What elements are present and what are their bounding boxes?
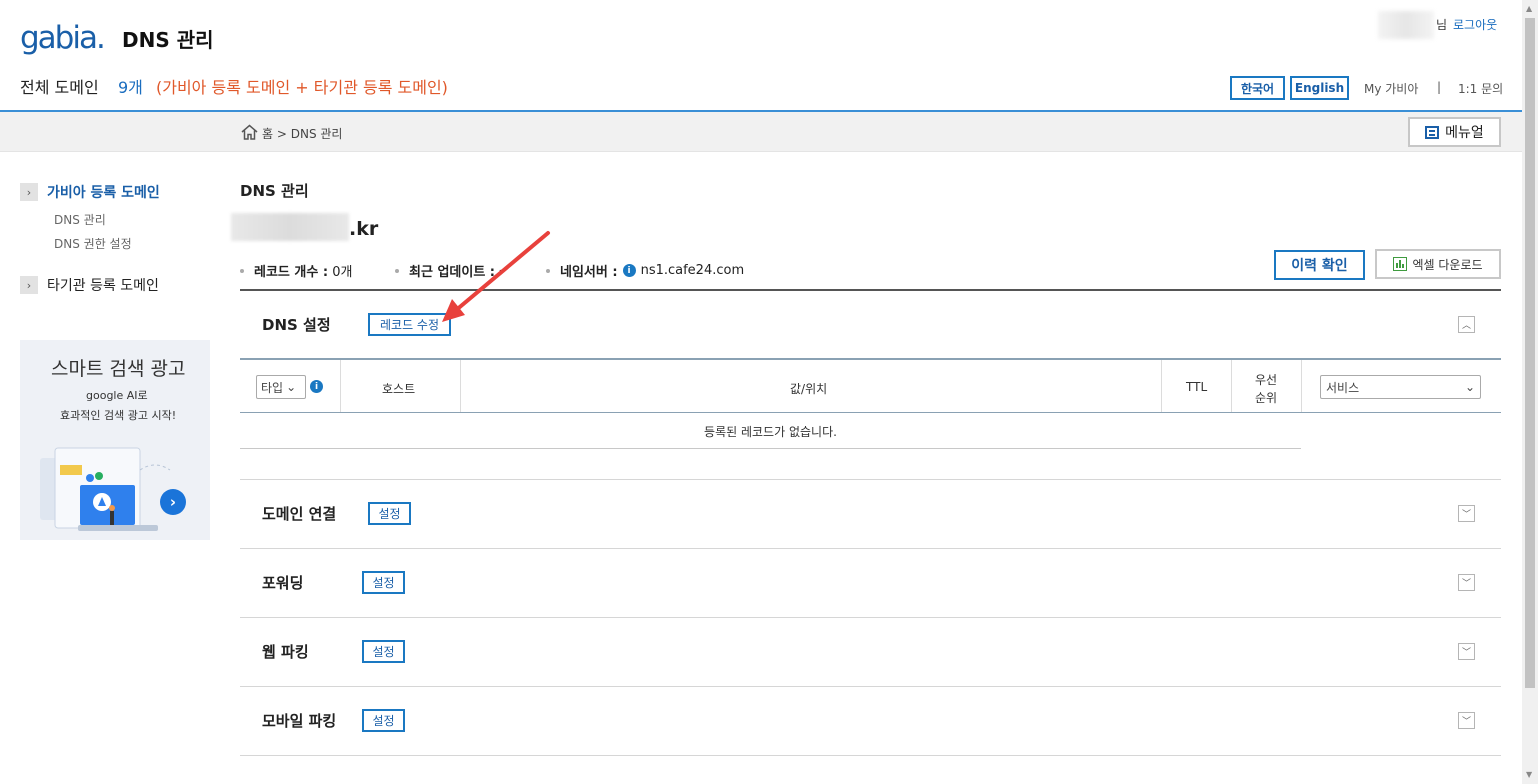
scroll-down-icon[interactable]: ▼ bbox=[1526, 770, 1532, 779]
my-gabia-link[interactable]: My 가비아 bbox=[1364, 80, 1418, 97]
chevron-right-icon[interactable]: › bbox=[20, 183, 38, 201]
logout-link[interactable]: 로그아웃 bbox=[1453, 16, 1497, 33]
table-top-border bbox=[240, 358, 1501, 360]
chevron-down-icon[interactable]: ﹀ bbox=[1458, 643, 1475, 660]
lang-ko-button[interactable]: 한국어 bbox=[1230, 76, 1285, 100]
web-parking-setting-button[interactable]: 설정 bbox=[362, 640, 405, 663]
chart-icon bbox=[1393, 257, 1408, 271]
chevron-down-icon[interactable]: ﹀ bbox=[1458, 505, 1475, 522]
user-name-redacted bbox=[1378, 11, 1434, 39]
section-divider bbox=[240, 617, 1501, 618]
section-title-domain-link: 도메인 연결 bbox=[262, 505, 337, 523]
app-title: DNS 관리 bbox=[122, 28, 214, 52]
ad-title: 스마트 검색 광고 bbox=[51, 358, 186, 380]
table-head-border bbox=[240, 412, 1501, 413]
manual-icon bbox=[1425, 125, 1440, 139]
domain-link-setting-button[interactable]: 설정 bbox=[368, 502, 411, 525]
annotation-arrow bbox=[442, 231, 550, 322]
info-icon[interactable]: i bbox=[622, 264, 636, 277]
domain-suffix: .kr bbox=[349, 218, 379, 240]
column-divider bbox=[1301, 360, 1302, 412]
chevron-right-icon[interactable]: › bbox=[20, 276, 38, 294]
section-divider bbox=[240, 548, 1501, 549]
user-suffix: 님 bbox=[1436, 18, 1448, 32]
home-icon[interactable] bbox=[241, 124, 258, 140]
chevron-up-icon[interactable]: ︿ bbox=[1458, 316, 1475, 333]
domain-count-label: 전체 도메인 bbox=[20, 78, 99, 97]
chevron-down-icon: ⌄ bbox=[1464, 380, 1475, 394]
record-count: 레코드 개수 : 0개 bbox=[240, 261, 352, 280]
domain-count-desc: (가비아 등록 도메인 + 타기관 등록 도메인) bbox=[156, 78, 448, 97]
domain-count: 9개 bbox=[118, 78, 143, 97]
page-title: DNS 관리 bbox=[240, 182, 309, 200]
section-title-mobile-parking: 모바일 파킹 bbox=[262, 712, 337, 730]
scroll-up-icon[interactable]: ▲ bbox=[1526, 4, 1532, 13]
section-title-web-parking: 웹 파킹 bbox=[262, 643, 309, 661]
forwarding-setting-button[interactable]: 설정 bbox=[362, 571, 405, 594]
ad-line2: 효과적인 검색 광고 시작! bbox=[60, 409, 177, 422]
breadcrumb-bar bbox=[0, 112, 1522, 152]
service-select[interactable]: 서비스 ⌄ bbox=[1320, 375, 1481, 399]
chevron-down-icon[interactable]: ﹀ bbox=[1458, 712, 1475, 729]
manual-button[interactable]: 메뉴얼 bbox=[1408, 117, 1501, 147]
nameserver: 네임서버 : i ns1.cafe24.com bbox=[546, 261, 744, 280]
header-separator: | bbox=[1437, 80, 1442, 94]
column-value: 값/위치 bbox=[790, 382, 828, 396]
column-divider bbox=[460, 360, 461, 412]
table-bottom-border bbox=[240, 448, 1301, 449]
dns-section-title: DNS 설정 bbox=[262, 316, 331, 334]
info-icon[interactable]: i bbox=[310, 380, 323, 393]
column-host: 호스트 bbox=[382, 382, 416, 396]
column-priority-1: 우선 bbox=[1255, 373, 1278, 387]
column-divider bbox=[1231, 360, 1232, 412]
arrow-right-icon[interactable]: › bbox=[160, 489, 186, 515]
breadcrumb: 홈 > DNS 관리 bbox=[262, 127, 343, 141]
gabia-logo[interactable]: gabia. bbox=[20, 20, 106, 56]
sidebar-item-dns-manage[interactable]: DNS 관리 bbox=[54, 211, 106, 228]
section-divider bbox=[240, 686, 1501, 687]
ad-line1: google AI로 bbox=[86, 389, 148, 402]
history-button[interactable]: 이력 확인 bbox=[1274, 250, 1365, 280]
section-divider bbox=[240, 479, 1501, 480]
chevron-down-icon[interactable]: ﹀ bbox=[1458, 574, 1475, 591]
section-title-forwarding: 포워딩 bbox=[262, 574, 304, 592]
type-select[interactable]: 타입 ⌄ bbox=[256, 375, 306, 399]
column-ttl: TTL bbox=[1186, 380, 1208, 394]
column-priority-2: 순위 bbox=[1255, 391, 1278, 405]
inquiry-link[interactable]: 1:1 문의 bbox=[1458, 80, 1503, 97]
empty-records-message: 등록된 레코드가 없습니다. bbox=[704, 425, 837, 439]
chevron-down-icon: ⌄ bbox=[286, 380, 297, 394]
column-divider bbox=[1161, 360, 1162, 412]
section-divider bbox=[240, 755, 1501, 756]
excel-download-button[interactable]: 엑셀 다운로드 bbox=[1375, 249, 1501, 279]
mobile-parking-setting-button[interactable]: 설정 bbox=[362, 709, 405, 732]
sidebar-group-other[interactable]: 타기관 등록 도메인 bbox=[47, 275, 159, 295]
scrollbar-thumb[interactable] bbox=[1525, 18, 1535, 688]
domain-name-redacted bbox=[231, 213, 349, 241]
sidebar-item-dns-permission[interactable]: DNS 권한 설정 bbox=[54, 235, 132, 252]
column-divider bbox=[340, 360, 341, 412]
sidebar-group-gabia[interactable]: 가비아 등록 도메인 bbox=[47, 182, 160, 202]
lang-en-button[interactable]: English bbox=[1290, 76, 1349, 100]
